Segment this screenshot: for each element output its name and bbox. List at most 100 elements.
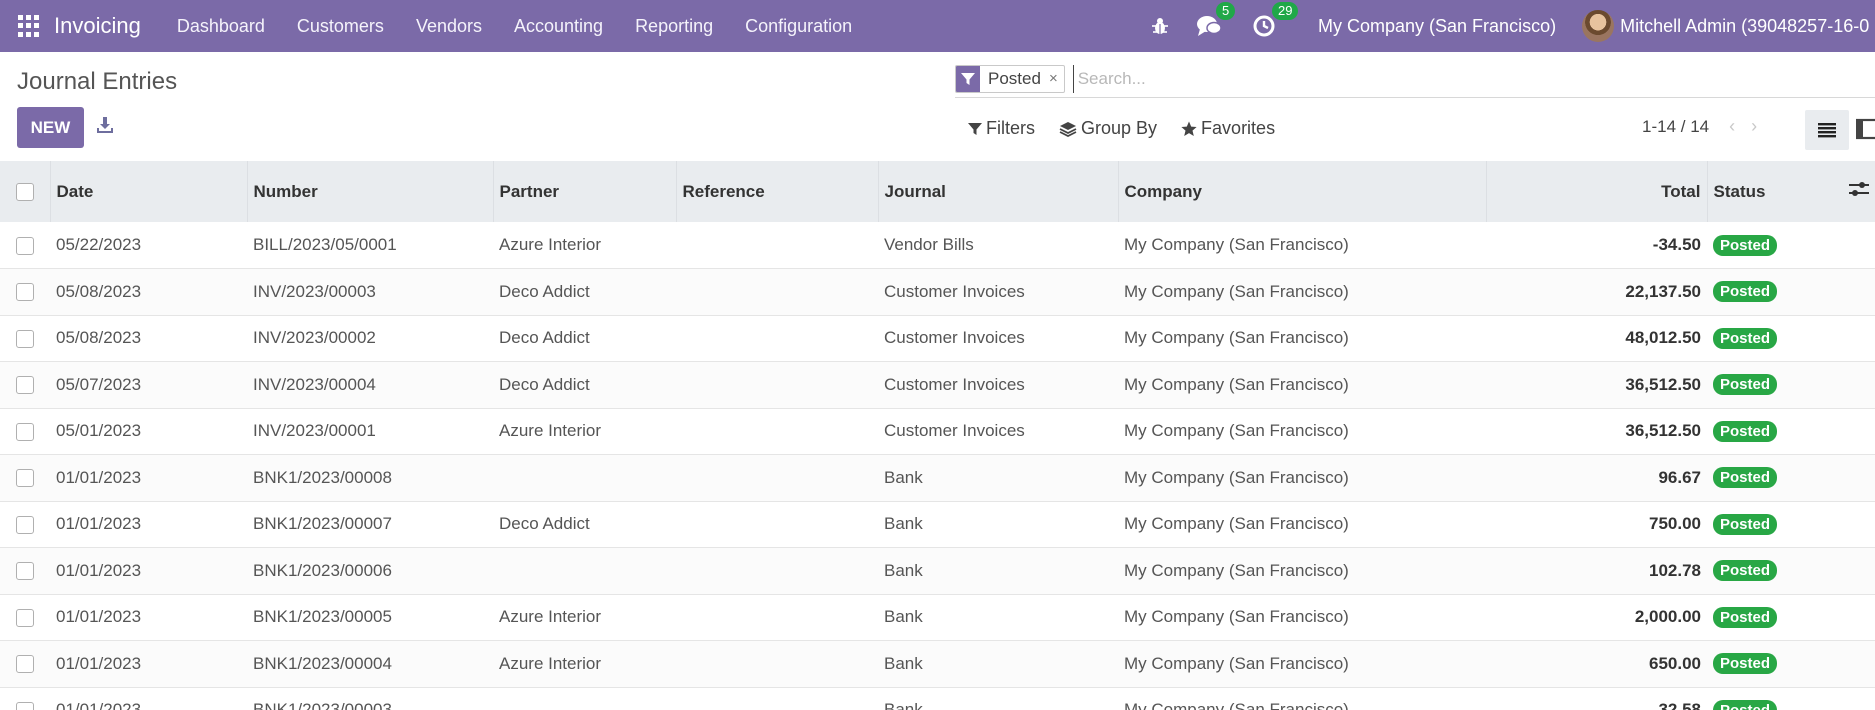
cell-partner: Deco Addict — [499, 281, 590, 301]
row-spacer — [1849, 269, 1875, 316]
menu-configuration[interactable]: Configuration — [745, 16, 852, 37]
cell-partner — [493, 687, 676, 710]
table-row[interactable]: 05/01/2023 INV/2023/00001 Azure Interior Cu… — [0, 408, 1875, 455]
row-spacer — [1849, 687, 1875, 710]
cell-status: Posted — [1707, 408, 1849, 455]
row-checkbox[interactable] — [16, 329, 34, 348]
row-checkbox[interactable] — [16, 422, 34, 441]
pager-previous-icon[interactable]: ‹ — [1729, 116, 1735, 137]
cell-status: Posted — [1707, 269, 1849, 316]
kanban-icon — [1856, 118, 1875, 140]
row-checkbox[interactable] — [16, 562, 34, 581]
cell-partner — [493, 455, 676, 502]
user-menu[interactable]: Mitchell Admin (39048257-16-0 — [1620, 16, 1869, 37]
col-journal[interactable]: Journal — [878, 161, 1119, 222]
select-all-checkbox[interactable] — [16, 183, 34, 202]
download-icon[interactable] — [96, 116, 114, 134]
kanban-view-button[interactable] — [1856, 118, 1875, 140]
cell-reference — [676, 641, 878, 688]
cell-partner: Azure Interior — [499, 653, 602, 673]
table-row[interactable]: 01/01/2023 BNK1/2023/00007 Deco Addict Bank… — [0, 501, 1875, 548]
table-row[interactable]: 05/07/2023 INV/2023/00004 Deco Addict Custo… — [0, 361, 1875, 408]
cell-date: 01/01/2023 — [56, 607, 142, 627]
cell-company: My Company (San Francisco) — [1124, 700, 1349, 710]
col-total[interactable]: Total — [1486, 161, 1708, 222]
company-switcher[interactable]: My Company (San Francisco) — [1318, 16, 1556, 37]
filter-facet-icon — [956, 65, 980, 92]
cell-date: 01/01/2023 — [56, 560, 142, 580]
menu-reporting[interactable]: Reporting — [635, 16, 713, 37]
cell-total: 650.00 — [1649, 653, 1701, 673]
cell-company: My Company (San Francisco) — [1124, 328, 1349, 348]
page-title[interactable]: Journal Entries — [17, 68, 177, 96]
menu-dashboard[interactable]: Dashboard — [177, 16, 265, 37]
messages-button[interactable]: 5 — [1196, 2, 1236, 38]
groupby-button[interactable]: Group By — [1059, 118, 1157, 139]
col-company[interactable]: Company — [1118, 161, 1487, 222]
table-row[interactable]: 05/08/2023 INV/2023/00003 Deco Addict Custo… — [0, 268, 1875, 316]
table-row[interactable]: 05/22/2023 BILL/2023/05/0001 Azure Interio… — [0, 222, 1875, 269]
apps-grid-icon[interactable] — [18, 15, 40, 37]
col-partner[interactable]: Partner — [493, 161, 677, 222]
row-select-cell — [0, 641, 50, 688]
bug-icon[interactable] — [1150, 16, 1170, 36]
cell-number: BNK1/2023/00006 — [253, 560, 392, 580]
row-checkbox[interactable] — [16, 655, 34, 674]
select-all-cell — [0, 161, 51, 222]
cell-partner: Azure Interior — [499, 607, 602, 627]
cell-reference — [676, 222, 878, 269]
cell-date: 05/08/2023 — [56, 328, 142, 348]
cell-number: INV/2023/00002 — [253, 328, 376, 348]
pager-value[interactable]: 1-14 / 14 — [1642, 117, 1709, 137]
table-row[interactable]: 05/08/2023 INV/2023/00002 Deco Addict Custo… — [0, 315, 1875, 362]
row-select-cell — [0, 501, 50, 548]
favorites-button[interactable]: Favorites — [1181, 118, 1275, 139]
cell-journal: Bank — [884, 514, 923, 534]
row-spacer — [1849, 641, 1875, 688]
cell-journal: Customer Invoices — [884, 421, 1025, 441]
cell-number: INV/2023/00001 — [253, 421, 376, 441]
row-checkbox[interactable] — [16, 515, 34, 534]
row-checkbox[interactable] — [16, 701, 34, 710]
pager-next-icon[interactable]: › — [1751, 116, 1757, 137]
col-date[interactable]: Date — [50, 161, 248, 222]
search-input[interactable] — [1072, 64, 1673, 93]
facet-remove-icon[interactable]: × — [1049, 70, 1064, 87]
menu-vendors[interactable]: Vendors — [416, 16, 482, 37]
cell-journal: Bank — [884, 560, 923, 580]
cell-reference — [676, 548, 878, 595]
col-number[interactable]: Number — [247, 161, 494, 222]
new-button[interactable]: NEW — [17, 107, 84, 148]
table-row[interactable]: 01/01/2023 BNK1/2023/00006 Bank My Company … — [0, 547, 1875, 595]
table-header-row: Date Number Partner Reference Journal Co… — [0, 161, 1875, 222]
menu-customers[interactable]: Customers — [297, 16, 384, 37]
menu-accounting[interactable]: Accounting — [514, 16, 603, 37]
list-view-button[interactable] — [1805, 110, 1849, 150]
app-name[interactable]: Invoicing — [54, 13, 141, 39]
table-row[interactable]: 01/01/2023 BNK1/2023/00004 Azure Interior B… — [0, 640, 1875, 688]
cell-status: Posted — [1707, 222, 1849, 269]
cell-reference — [676, 269, 878, 316]
row-checkbox[interactable] — [16, 236, 34, 255]
user-avatar[interactable] — [1582, 10, 1615, 42]
col-reference[interactable]: Reference — [676, 161, 879, 222]
pager: 1-14 / 14 ‹ › — [1642, 116, 1765, 137]
cell-company: My Company (San Francisco) — [1124, 281, 1349, 301]
cell-company: My Company (San Francisco) — [1124, 235, 1349, 254]
activities-button[interactable]: 29 — [1252, 2, 1299, 38]
table-row[interactable]: 01/01/2023 BNK1/2023/00003 Bank My Company … — [0, 687, 1875, 710]
filters-button[interactable]: Filters — [968, 118, 1035, 139]
row-checkbox[interactable] — [16, 376, 34, 395]
col-status[interactable]: Status — [1707, 161, 1849, 222]
cell-journal: Vendor Bills — [884, 235, 974, 254]
row-checkbox[interactable] — [16, 608, 34, 627]
table-row[interactable]: 01/01/2023 BNK1/2023/00008 Bank My Company … — [0, 454, 1875, 502]
row-checkbox[interactable] — [16, 469, 34, 488]
status-badge: Posted — [1713, 467, 1778, 489]
table-row[interactable]: 01/01/2023 BNK1/2023/00005 Azure Interior B… — [0, 594, 1875, 641]
optional-columns-toggle[interactable] — [1849, 161, 1875, 222]
row-checkbox[interactable] — [16, 283, 34, 302]
row-spacer — [1849, 501, 1875, 548]
row-spacer — [1849, 594, 1875, 641]
status-badge: Posted — [1713, 653, 1778, 675]
